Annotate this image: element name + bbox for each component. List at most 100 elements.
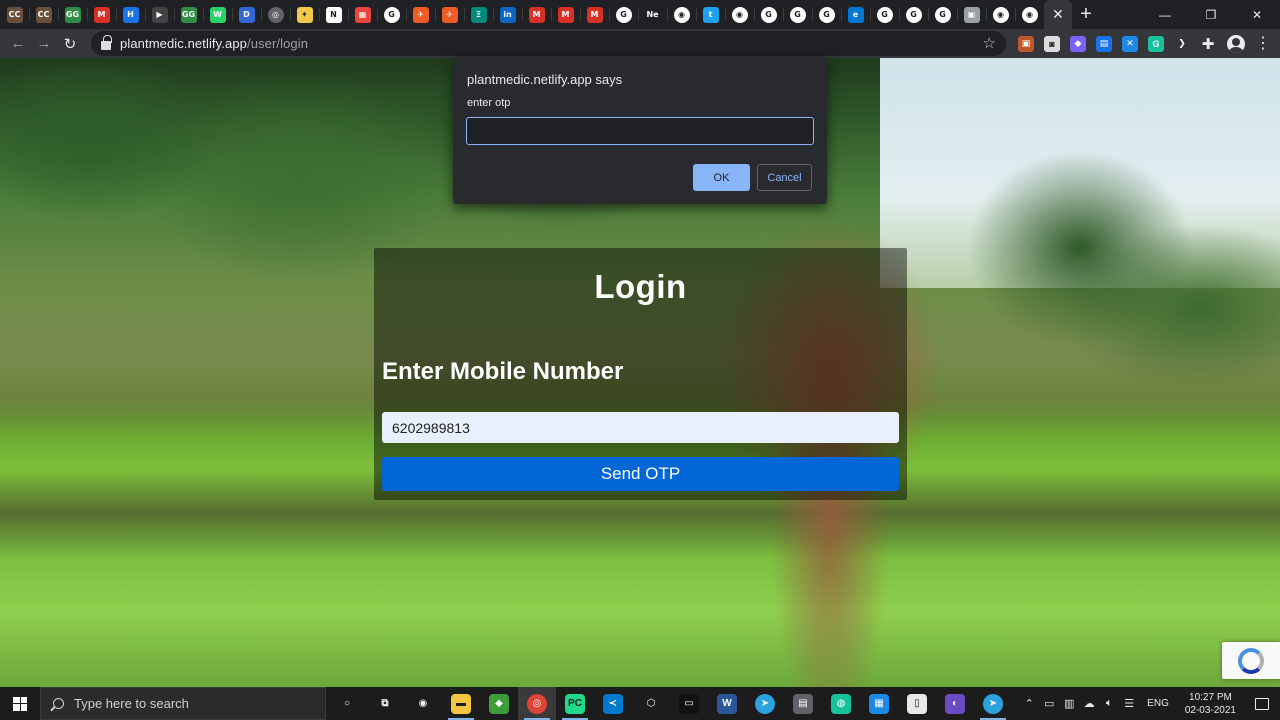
url-text[interactable]: plantmedic.netlify.app/user/login <box>120 36 308 51</box>
tab-github-1-favicon-icon: ◉ <box>673 6 690 23</box>
forward-button[interactable]: → <box>31 31 57 57</box>
box-taskbar-button[interactable]: ⬡ <box>632 687 670 720</box>
tab-codechef-2[interactable]: CC <box>29 0 58 29</box>
cortana-taskbar-button[interactable]: ○ <box>328 687 366 720</box>
tab-postman-2[interactable]: ✈ <box>435 0 464 29</box>
tab-google-3[interactable]: G <box>754 0 783 29</box>
tab-video-1-favicon-icon: ▶ <box>151 6 168 23</box>
tab-video-1[interactable]: ▶ <box>145 0 174 29</box>
tab-site-6[interactable]: ▣ <box>957 0 986 29</box>
tray-icon-5[interactable]: 🔈︎ <box>1099 697 1119 710</box>
app-taskbar-button[interactable]: ◍ <box>822 687 860 720</box>
tray-icon-3[interactable]: ▥ <box>1059 697 1079 710</box>
telegram-2-taskbar-button[interactable]: ➤ <box>974 687 1012 720</box>
github-desktop-taskbar-button[interactable]: ◉ <box>404 687 442 720</box>
app-icon: ◍ <box>831 693 851 714</box>
tab-notion[interactable]: N <box>319 0 348 29</box>
tray-icon-4[interactable]: ☁ <box>1079 697 1099 710</box>
notifications-button[interactable] <box>1244 687 1280 720</box>
display-taskbar-button[interactable]: ▦ <box>860 687 898 720</box>
tab-bulb[interactable]: ✦ <box>290 0 319 29</box>
tab-site-4[interactable]: Ξ <box>464 0 493 29</box>
dialog-ok-button[interactable]: OK <box>693 164 750 191</box>
profile-avatar-icon[interactable] <box>1227 34 1245 53</box>
vscode-taskbar-button[interactable]: ≺ <box>594 687 632 720</box>
tab-calendar[interactable]: ▦ <box>348 0 377 29</box>
tab-google-4[interactable]: G <box>783 0 812 29</box>
menu-dots-icon[interactable]: ⋮ <box>1255 35 1271 52</box>
notepad-taskbar-button[interactable]: ▯ <box>898 687 936 720</box>
start-button[interactable] <box>0 687 40 720</box>
send-otp-button[interactable]: Send OTP <box>382 457 899 491</box>
tab-site-5[interactable]: e <box>841 0 870 29</box>
chrome-taskbar-button[interactable]: ◎ <box>518 687 556 720</box>
tab-github-1[interactable]: ◉ <box>667 0 696 29</box>
tab-google-6[interactable]: G <box>870 0 899 29</box>
tab-github-3[interactable]: ◉ <box>986 0 1015 29</box>
tab-github-2[interactable]: ◉ <box>725 0 754 29</box>
word-icon: W <box>717 693 737 714</box>
tab-github-2-favicon-icon: ◉ <box>731 6 748 23</box>
tab-google-5[interactable]: G <box>812 0 841 29</box>
tab-whatsapp[interactable]: W <box>203 0 232 29</box>
tab-gfg-1[interactable]: GG <box>58 0 87 29</box>
minimize-button[interactable]: — <box>1142 0 1188 29</box>
tab-google-8[interactable]: G <box>928 0 957 29</box>
lock-icon[interactable] <box>101 35 112 50</box>
tab-site-2[interactable]: D <box>232 0 261 29</box>
git-taskbar-button[interactable]: ◆ <box>480 687 518 720</box>
tab-site-1[interactable]: H <box>116 0 145 29</box>
maximize-button[interactable]: ❐ <box>1188 0 1234 29</box>
tab-gmail-4[interactable]: M <box>580 0 609 29</box>
tab-gmail-1[interactable]: M <box>87 0 116 29</box>
media-taskbar-button[interactable]: ◐ <box>936 687 974 720</box>
ext-5-icon[interactable]: ✕ <box>1122 35 1138 52</box>
extensions-puzzle-icon[interactable]: ✚ <box>1200 36 1216 53</box>
task-view-taskbar-button[interactable]: ⧉ <box>366 687 404 720</box>
recaptcha-badge[interactable] <box>1222 642 1280 679</box>
close-tab-icon[interactable]: ✕ <box>1052 6 1064 23</box>
tab-postman-1[interactable]: ✈ <box>406 0 435 29</box>
file-explorer-taskbar-button[interactable]: ▬ <box>442 687 480 720</box>
new-tab-button[interactable]: + <box>1072 0 1100 29</box>
ext-6-icon[interactable]: G <box>1148 35 1164 52</box>
terminal-taskbar-button[interactable]: ▭ <box>670 687 708 720</box>
tab-gmail-2[interactable]: M <box>522 0 551 29</box>
tray-icon-2[interactable]: ▭ <box>1039 697 1059 710</box>
terminal-icon: ▭ <box>679 693 699 714</box>
taskbar-search-box[interactable]: Type here to search <box>40 687 326 720</box>
ext-2-icon[interactable]: ◙ <box>1044 35 1060 52</box>
tab-codechef-1[interactable]: CC <box>0 0 29 29</box>
network-taskbar-button[interactable]: ▤ <box>784 687 822 720</box>
telegram-1-taskbar-button[interactable]: ➤ <box>746 687 784 720</box>
tab-google-7[interactable]: G <box>899 0 928 29</box>
tray-icon-1[interactable]: ⌃ <box>1019 697 1039 710</box>
tab-new-1[interactable]: Ne <box>638 0 667 29</box>
word-taskbar-button[interactable]: W <box>708 687 746 720</box>
dialog-cancel-button[interactable]: Cancel <box>757 164 812 191</box>
reload-button[interactable]: ↻ <box>57 31 83 57</box>
tray-icon-6[interactable]: ☰ <box>1119 697 1139 710</box>
ext-7-icon[interactable]: ❯ <box>1174 35 1190 52</box>
tab-google-1[interactable]: G <box>377 0 406 29</box>
tab-google-2[interactable]: G <box>609 0 638 29</box>
back-button[interactable]: ← <box>5 31 31 57</box>
otp-input[interactable] <box>466 117 814 145</box>
tab-active[interactable]: ✕ <box>1044 0 1072 29</box>
tab-github-4[interactable]: ◉ <box>1015 0 1044 29</box>
close-window-button[interactable]: ✕ <box>1234 0 1280 29</box>
ext-4-icon[interactable]: ▤ <box>1096 35 1112 52</box>
ext-1-icon[interactable]: ▣ <box>1018 35 1034 52</box>
bookmark-star-icon[interactable]: ☆ <box>983 34 996 52</box>
pycharm-taskbar-button[interactable]: PC <box>556 687 594 720</box>
ext-3-icon[interactable]: ◆ <box>1070 35 1086 52</box>
tab-gfg-2[interactable]: GG <box>174 0 203 29</box>
tab-gmail-3[interactable]: M <box>551 0 580 29</box>
address-bar[interactable]: plantmedic.netlify.app/user/login ☆ <box>91 31 1006 56</box>
language-indicator[interactable]: ENG <box>1139 698 1177 709</box>
mobile-number-input[interactable] <box>382 412 899 443</box>
tab-site-3[interactable]: ◎ <box>261 0 290 29</box>
tab-linkedin[interactable]: in <box>493 0 522 29</box>
tab-twitter[interactable]: t <box>696 0 725 29</box>
taskbar-clock[interactable]: 10:27 PM 02-03-2021 <box>1177 691 1244 717</box>
